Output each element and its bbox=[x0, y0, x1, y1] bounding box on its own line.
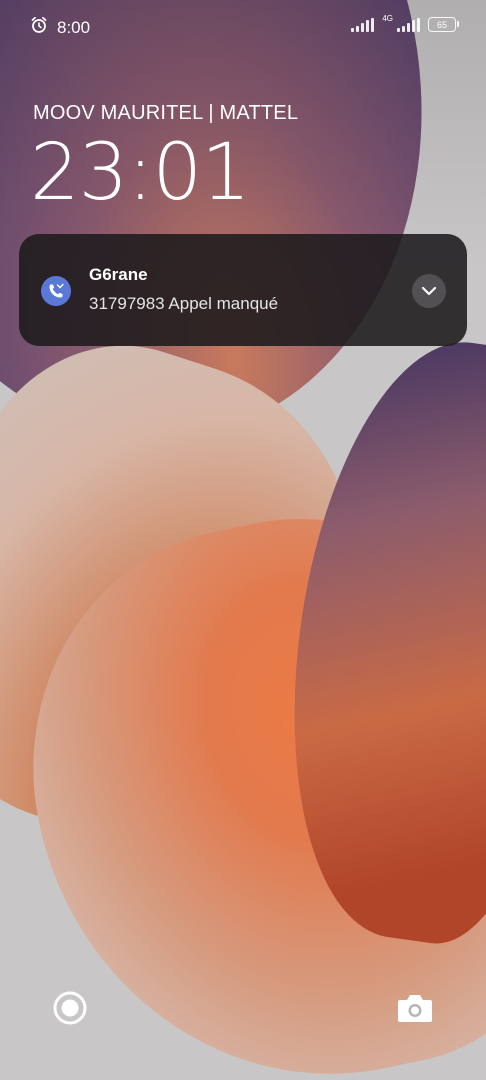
missed-call-notification[interactable]: G6rane 31797983 Appel manqué bbox=[19, 234, 467, 346]
status-left: 8:00 bbox=[30, 16, 90, 39]
signal-strength-icon-2 bbox=[397, 17, 420, 32]
camera-icon[interactable] bbox=[396, 992, 434, 1024]
notification-body: 31797983 Appel manqué bbox=[89, 294, 279, 313]
missed-call-icon bbox=[41, 276, 71, 306]
lock-screen: 8:00 4G 65 MOOV MAURITEL | MATTEL 23:01 … bbox=[0, 0, 486, 1080]
chevron-down-icon[interactable] bbox=[412, 274, 446, 308]
alarm-clock-icon bbox=[30, 16, 48, 39]
battery-level: 65 bbox=[436, 19, 447, 30]
notification-title: G6rane bbox=[89, 265, 148, 284]
status-bar: 8:00 4G 65 bbox=[0, 0, 486, 52]
signal-strength-icon bbox=[351, 17, 375, 32]
status-right: 4G 65 bbox=[351, 14, 459, 32]
battery-icon: 65 bbox=[428, 17, 459, 32]
record-icon[interactable] bbox=[52, 990, 88, 1026]
network-type: 4G bbox=[382, 14, 393, 23]
status-time: 8:00 bbox=[57, 17, 91, 37]
lock-clock: 23:01 bbox=[30, 128, 251, 218]
carrier-name: MOOV MAURITEL | MATTEL bbox=[33, 102, 299, 124]
